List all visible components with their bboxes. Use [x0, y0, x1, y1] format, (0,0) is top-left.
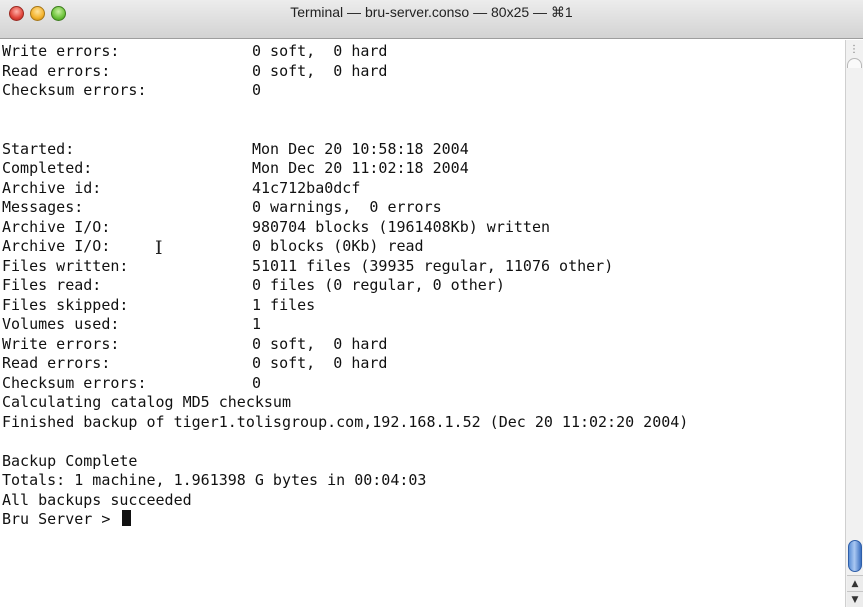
output-text: Finished backup of tiger1.tolisgroup.com… — [2, 412, 689, 431]
field-label: Checksum errors: — [2, 81, 147, 99]
field-value: 0 — [252, 81, 262, 99]
field-label: Files written: — [2, 256, 129, 275]
terminal-line: Files read: 0 files (0 regular, 0 other) — [2, 276, 842, 296]
field-label: Read errors: — [2, 354, 111, 372]
prompt-text: Bru Server > — [2, 510, 120, 528]
field-value: 0 soft, 0 hard — [252, 61, 388, 80]
field-label: Started: — [2, 139, 75, 158]
field-value: 980704 blocks (1961408Kb) written — [252, 217, 551, 236]
field-value: 0 soft, 0 hard — [252, 334, 388, 353]
output-text: Totals: 1 machine, 1.961398 G bytes in 0… — [2, 471, 427, 489]
scroll-thumb[interactable] — [848, 540, 862, 572]
terminal-line: Files written: 51011 files (39935 regular… — [2, 257, 842, 277]
terminal-line: Files skipped: 1 files — [2, 296, 842, 316]
window-title: Terminal — bru-server.conso — 80x25 — ⌘1 — [290, 4, 573, 20]
terminal-line: Write errors: 0 soft, 0 hard — [2, 335, 842, 355]
scroll-up-arrow-icon[interactable]: ▲ — [847, 575, 863, 591]
terminal-line: Read errors: 0 soft, 0 hard — [2, 62, 842, 82]
field-value: Mon Dec 20 10:58:18 2004 — [252, 139, 469, 158]
field-value: 41c712ba0dcf — [252, 178, 361, 197]
terminal-line: Completed: Mon Dec 20 11:02:18 2004 — [2, 159, 842, 179]
output-text: All backups succeeded — [2, 490, 192, 509]
scroll-track-top — [847, 58, 862, 68]
text-cursor — [122, 510, 132, 526]
field-label: Archive I/O: — [2, 237, 111, 255]
resize-grip-icon[interactable]: ⋮ — [848, 44, 860, 56]
field-value: 0 — [252, 373, 262, 392]
field-label: Volumes used: — [2, 315, 120, 333]
field-value: 1 files — [252, 295, 316, 314]
terminal-line: Messages: 0 warnings, 0 errors — [2, 198, 842, 218]
terminal-line: Archive id: 41c712ba0dcf — [2, 179, 842, 199]
scroll-down-arrow-icon[interactable]: ▼ — [847, 591, 863, 607]
terminal-window: Terminal — bru-server.conso — 80x25 — ⌘1… — [0, 0, 863, 607]
field-value: 0 soft, 0 hard — [252, 42, 388, 60]
field-label: Write errors: — [2, 334, 120, 353]
vertical-scrollbar[interactable]: ⋮ ▲ ▼ — [845, 40, 863, 607]
prompt-line[interactable]: Bru Server > — [2, 510, 842, 530]
terminal-line: All backups succeeded — [2, 491, 842, 511]
terminal-line: Backup Complete — [2, 452, 842, 472]
field-value: 0 blocks (0Kb) read — [252, 237, 424, 255]
terminal-line: Volumes used: 1 — [2, 315, 842, 335]
output-text: Calculating catalog MD5 checksum — [2, 393, 291, 411]
field-label: Files read: — [2, 276, 102, 294]
field-label: Read errors: — [2, 61, 111, 80]
terminal-line: Finished backup of tiger1.tolisgroup.com… — [2, 413, 842, 433]
terminal-line: Started: Mon Dec 20 10:58:18 2004 — [2, 140, 842, 160]
terminal-line: Calculating catalog MD5 checksum — [2, 393, 842, 413]
terminal-line: Archive I/O: 0 blocks (0Kb) read — [2, 237, 842, 257]
terminal-line: Checksum errors: 0 — [2, 374, 842, 394]
field-value: Mon Dec 20 11:02:18 2004 — [252, 159, 469, 177]
field-label: Files skipped: — [2, 295, 129, 314]
terminal-line: Write errors: 0 soft, 0 hard — [2, 42, 842, 62]
field-value: 51011 files (39935 regular, 11076 other) — [252, 256, 614, 275]
output-text: Backup Complete — [2, 451, 138, 470]
terminal-output[interactable]: Write errors: 0 soft, 0 hard Read errors: 0… — [2, 42, 842, 607]
ibeam-cursor-icon: I — [155, 237, 163, 259]
field-label: Checksum errors: — [2, 373, 147, 392]
field-label: Messages: — [2, 198, 84, 216]
field-value: 1 — [252, 315, 262, 333]
field-value: 0 files (0 regular, 0 other) — [252, 276, 505, 294]
field-label: Completed: — [2, 159, 93, 177]
terminal-line: Checksum errors: 0 — [2, 81, 842, 101]
field-value: 0 soft, 0 hard — [252, 354, 388, 372]
field-label: Archive id: — [2, 178, 102, 197]
terminal-line: Totals: 1 machine, 1.961398 G bytes in 0… — [2, 471, 842, 491]
title-bar[interactable]: Terminal — bru-server.conso — 80x25 — ⌘1 — [0, 0, 863, 39]
terminal-line: Read errors: 0 soft, 0 hard — [2, 354, 842, 374]
field-value: 0 warnings, 0 errors — [252, 198, 442, 216]
terminal-line: Archive I/O: 980704 blocks (1961408Kb) wr… — [2, 218, 842, 238]
field-label: Archive I/O: — [2, 217, 111, 236]
field-label: Write errors: — [2, 42, 120, 60]
